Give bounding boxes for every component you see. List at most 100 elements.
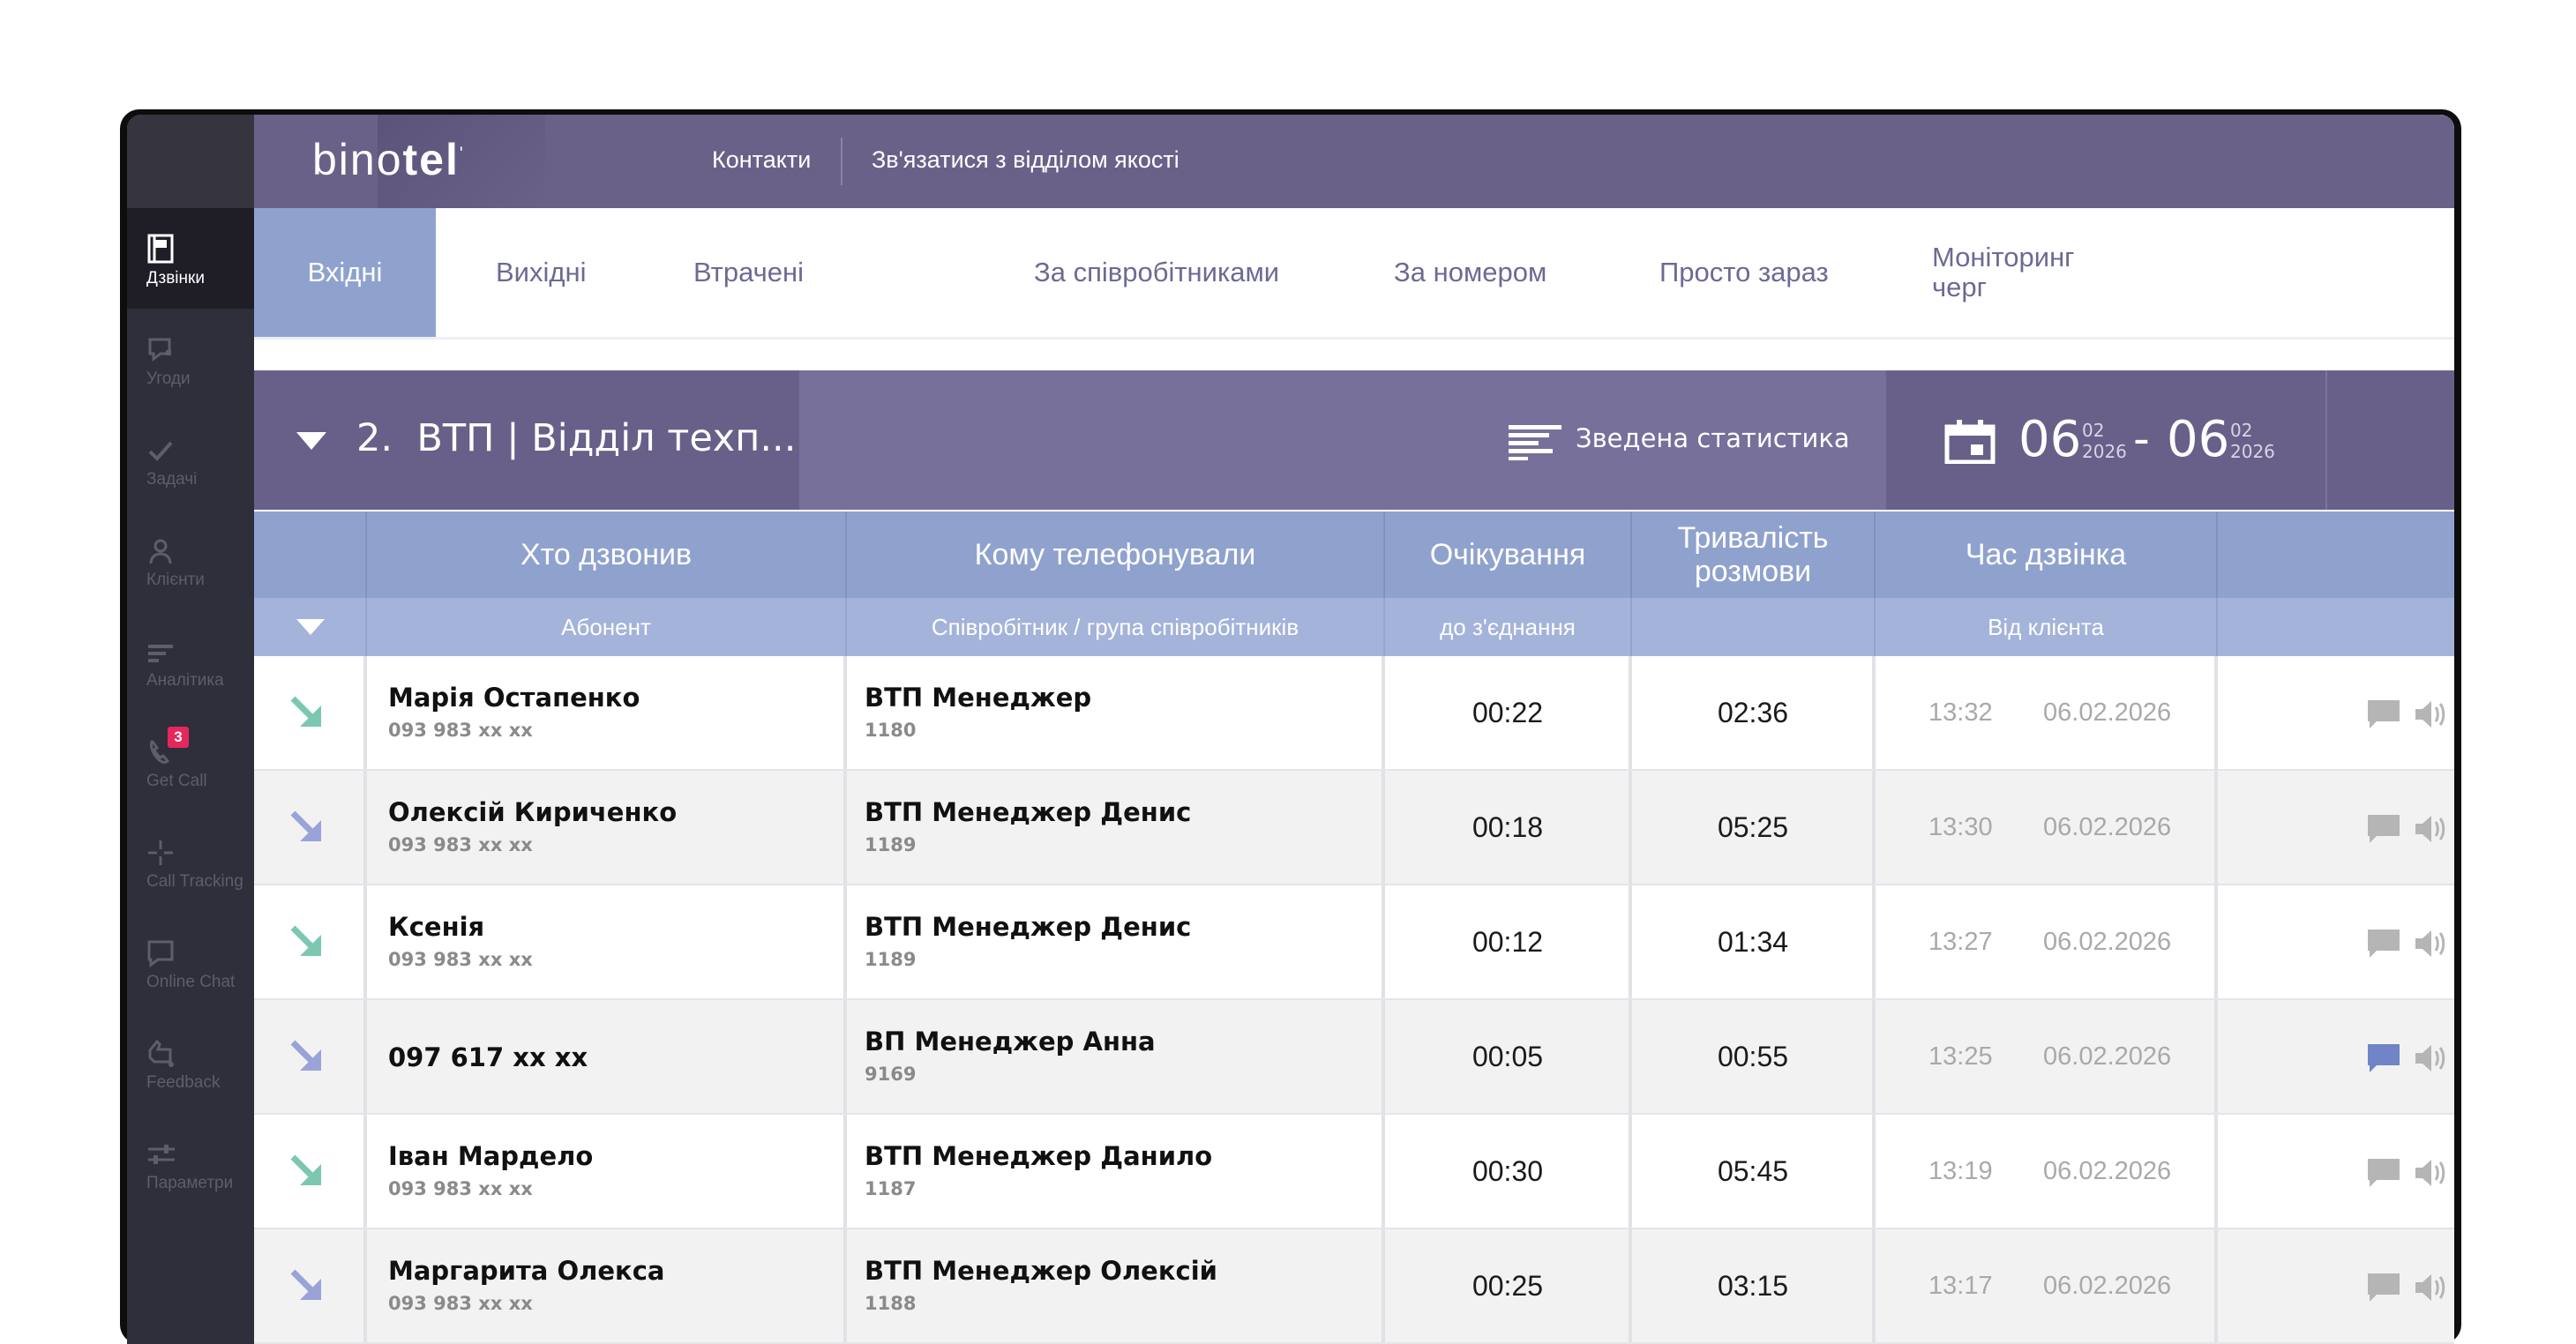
- sidebar-item-onlinechat[interactable]: Online Chat: [127, 912, 254, 1012]
- chevron-down-icon: [296, 432, 326, 453]
- sidebar-item-tasks[interactable]: Задачі: [127, 409, 254, 510]
- play-recording-icon[interactable]: [2414, 928, 2445, 963]
- contacts-link[interactable]: Контакти: [712, 146, 811, 174]
- header-divider: [2216, 511, 2218, 598]
- employee-name[interactable]: ВТП Менеджер Данило: [865, 1141, 1212, 1171]
- sidebar-item-calls[interactable]: Дзвінки: [127, 208, 254, 309]
- expand-all-chevron-icon[interactable]: [296, 619, 325, 638]
- call-date: 06.02.2026: [2043, 813, 2172, 841]
- subheader-employee-group: Співробітник / група співробітників: [931, 613, 1299, 640]
- tab-queue-monitoring[interactable]: Моніторинг черг: [1932, 208, 2126, 337]
- sidebar-label: Call Tracking: [146, 872, 243, 891]
- call-duration: 01:34: [1717, 926, 1789, 958]
- caller-name[interactable]: Олексій Кириченко: [388, 797, 677, 827]
- tab-outgoing[interactable]: Вихідні: [496, 208, 586, 337]
- play-recording-icon[interactable]: [2414, 1272, 2445, 1307]
- table-row[interactable]: Ксенія 093 983 xx xx ВТП Менеджер Денис 118…: [254, 885, 2454, 1000]
- comment-icon[interactable]: [2368, 930, 2400, 961]
- cell-divider: [363, 885, 367, 998]
- table-row[interactable]: Олексій Кириченко 093 983 xx xx ВТП Менедж…: [254, 771, 2454, 885]
- sidebar-item-feedback[interactable]: Feedback: [127, 1012, 254, 1113]
- sidebar-label: Клієнти: [146, 571, 205, 589]
- play-recording-icon[interactable]: [2414, 813, 2445, 848]
- group-selector[interactable]: 2. ВТП | Відділ техп...: [254, 370, 799, 510]
- employee-extension: 1189: [865, 949, 917, 970]
- date-separator: -: [2133, 413, 2150, 466]
- sidebar-label: Дзвінки: [146, 269, 205, 287]
- header-waiting[interactable]: Очікування: [1385, 511, 1630, 598]
- tab-missed[interactable]: Втрачені: [693, 208, 804, 337]
- getcall-badge: 3: [168, 727, 189, 748]
- cell-divider: [363, 1115, 367, 1228]
- topbar-divider: [841, 138, 842, 185]
- header-call-time[interactable]: Час дзвінка: [1876, 511, 2216, 598]
- table-row[interactable]: Маргарита Олекса 093 983 xx xx ВТП Менедже…: [254, 1229, 2454, 1344]
- header-called[interactable]: Кому телефонували: [847, 511, 1383, 598]
- sidebar-item-deals[interactable]: Угоди: [127, 309, 254, 409]
- sidebar-label: Угоди: [146, 370, 191, 388]
- call-duration: 02:36: [1717, 697, 1789, 728]
- caller-name[interactable]: 097 617 xx xx: [388, 1042, 588, 1072]
- call-duration: 05:25: [1717, 811, 1789, 843]
- tab-by-number[interactable]: За номером: [1394, 208, 1546, 337]
- caller-name[interactable]: Маргарита Олекса: [388, 1256, 664, 1286]
- header-caller[interactable]: Хто дзвонив: [367, 511, 845, 598]
- logo-mark: ': [459, 144, 465, 164]
- crosshair-icon: [146, 832, 175, 867]
- sidebar-item-analytics[interactable]: Аналітика: [127, 610, 254, 711]
- tab-by-employees[interactable]: За співробітниками: [1034, 208, 1279, 337]
- wait-time: 00:30: [1471, 1155, 1544, 1187]
- cell-divider: [363, 1229, 367, 1342]
- play-recording-icon[interactable]: [2414, 1157, 2445, 1192]
- deals-icon: [146, 329, 175, 364]
- device-frame: Дзвінки Угоди Задачі Клієнти Аналітика 3…: [120, 109, 2461, 1344]
- comment-icon[interactable]: [2368, 1044, 2400, 1076]
- sidebar-label: Online Chat: [146, 973, 236, 991]
- employee-name[interactable]: ВТП Менеджер Денис: [865, 912, 1191, 942]
- table-row[interactable]: 097 617 xx xx ВП Менеджер Анна 9169 00:05 00…: [254, 1000, 2454, 1115]
- wait-time: 00:12: [1471, 926, 1544, 958]
- call-date: 06.02.2026: [2043, 1272, 2172, 1300]
- cell-divider: [843, 1115, 847, 1228]
- header-duration[interactable]: Тривалість розмови: [1632, 511, 1874, 598]
- comment-icon[interactable]: [2368, 1273, 2400, 1305]
- sidebar-item-clients[interactable]: Клієнти: [127, 510, 254, 610]
- incoming-call-arrow-icon: [289, 924, 325, 959]
- employee-extension: 1180: [865, 720, 917, 741]
- check-icon: [146, 429, 175, 465]
- subheader-duration: [1632, 598, 1874, 656]
- comment-icon[interactable]: [2368, 700, 2400, 732]
- employee-extension: 1188: [865, 1293, 917, 1314]
- call-date: 06.02.2026: [2043, 928, 2172, 956]
- table-row[interactable]: Іван Мардело 093 983 xx xx ВТП Менеджер Да…: [254, 1115, 2454, 1229]
- caller-name[interactable]: Іван Мардело: [388, 1141, 593, 1171]
- table-subheader: Абонент Співробітник / група співробітни…: [254, 598, 2454, 656]
- employee-name[interactable]: ВТП Менеджер Олексій: [865, 1256, 1217, 1286]
- binotel-logo[interactable]: binotel': [312, 134, 465, 185]
- table-row[interactable]: Марія Остапенко 093 983 xx xx ВТП Менеджер…: [254, 656, 2454, 771]
- employee-name[interactable]: ВТП Менеджер: [865, 683, 1091, 713]
- cell-divider: [363, 1000, 367, 1113]
- sidebar-item-getcall[interactable]: 3 Get Call: [127, 711, 254, 811]
- main-area: binotel' Контакти Зв'язатися з відділом …: [254, 115, 2454, 1344]
- date-to-year: 2026: [2230, 441, 2275, 462]
- call-date: 06.02.2026: [2043, 1042, 2172, 1071]
- tab-right-now[interactable]: Просто зараз: [1659, 208, 1829, 337]
- quality-dept-link[interactable]: Зв'язатися з відділом якості: [872, 146, 1179, 174]
- sidebar-item-calltracking[interactable]: Call Tracking: [127, 811, 254, 912]
- play-recording-icon[interactable]: [2414, 1042, 2445, 1078]
- feedback-icon: [146, 1033, 176, 1068]
- comment-icon[interactable]: [2368, 1159, 2400, 1191]
- employee-name[interactable]: ВТП Менеджер Денис: [865, 797, 1191, 827]
- calendar-icon[interactable]: [1944, 420, 1996, 467]
- sidebar-item-settings[interactable]: Параметри: [127, 1113, 254, 1213]
- employee-name[interactable]: ВП Менеджер Анна: [865, 1027, 1156, 1057]
- summary-stats-icon[interactable]: [1509, 425, 1561, 464]
- summary-stats-label[interactable]: Зведена статистика: [1576, 423, 1850, 453]
- caller-name[interactable]: Ксенія: [388, 912, 484, 942]
- group-name: ВТП | Відділ техп...: [416, 416, 797, 460]
- play-recording-icon[interactable]: [2414, 698, 2445, 734]
- tab-incoming[interactable]: Вхідні: [254, 208, 436, 337]
- comment-icon[interactable]: [2368, 815, 2400, 847]
- caller-name[interactable]: Марія Остапенко: [388, 683, 640, 713]
